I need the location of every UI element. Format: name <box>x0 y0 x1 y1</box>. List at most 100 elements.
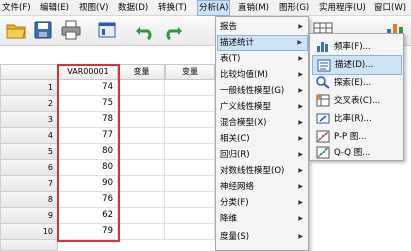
menu-item-ratio[interactable]: 比率(R)... <box>312 109 402 129</box>
menu-transform[interactable]: 转换(T) <box>157 1 188 15</box>
row-number[interactable]: 3 <box>0 112 58 128</box>
menu-item-mixed-models[interactable]: 混合模型(X) ▶ <box>217 115 308 131</box>
submenu-arrow-icon: ▶ <box>298 103 303 110</box>
qq-plot-icon <box>316 146 330 159</box>
menu-direct-marketing[interactable]: 直销(M) <box>237 1 270 15</box>
data-cell[interactable]: 80 <box>58 160 118 176</box>
menu-file[interactable]: 文件(F) <box>1 1 32 15</box>
dialog-recall-icon[interactable] <box>96 19 118 41</box>
empty-cell[interactable] <box>118 128 165 144</box>
empty-cell[interactable] <box>165 224 215 240</box>
menu-item-reports[interactable]: 报告 ▶ <box>217 19 308 35</box>
menu-item-label: 回归(R) <box>220 150 250 160</box>
menu-item-frequencies[interactable]: 频率(F)... <box>312 37 402 57</box>
row-number[interactable]: 2 <box>0 96 58 112</box>
menu-edit[interactable]: 编辑(E) <box>39 1 70 15</box>
empty-cell[interactable] <box>118 176 165 192</box>
row-number[interactable]: 4 <box>0 128 58 144</box>
row-number[interactable]: 6 <box>0 160 58 176</box>
data-cell[interactable]: 75 <box>58 96 118 112</box>
print-icon[interactable] <box>60 19 82 41</box>
empty-cell[interactable] <box>165 176 215 192</box>
empty-cell[interactable] <box>165 208 215 224</box>
descriptives-icon <box>317 59 331 72</box>
menu-item-descriptive-statistics[interactable]: 描述统计 ▶ <box>217 35 308 51</box>
undo-icon[interactable] <box>134 19 156 41</box>
menu-view[interactable]: 视图(V) <box>78 1 109 15</box>
crosstabs-icon <box>316 94 330 107</box>
frequencies-icon <box>317 42 328 52</box>
empty-cell[interactable] <box>118 208 165 224</box>
menu-item-scale[interactable]: 度量(S) ▶ <box>217 229 308 245</box>
column-header-var00001[interactable]: VAR00001 <box>58 64 118 80</box>
menu-data[interactable]: 数据(D) <box>117 1 149 15</box>
menu-item-loglinear[interactable]: 对数线性模型(O) ▶ <box>217 163 308 179</box>
submenu-arrow-icon: ▶ <box>298 55 303 62</box>
menu-utilities[interactable]: 实用程序(U) <box>318 1 367 15</box>
submenu-arrow-icon: ▶ <box>297 39 302 46</box>
menu-item-crosstabs[interactable]: 交叉表(C)... <box>312 91 402 111</box>
menu-item-qq-plot[interactable]: Q-Q 图... <box>312 143 402 163</box>
data-cell[interactable]: 74 <box>58 80 118 96</box>
row-number[interactable]: 9 <box>0 208 58 224</box>
menu-item-classify[interactable]: 分类(F) ▶ <box>217 195 308 211</box>
submenu-arrow-icon: ▶ <box>298 167 303 174</box>
row-number[interactable]: 5 <box>0 144 58 160</box>
row-number-partial <box>0 240 58 251</box>
empty-cell[interactable] <box>118 224 165 240</box>
empty-cell[interactable] <box>118 112 165 128</box>
menu-analyze[interactable]: 分析(A) <box>197 0 231 16</box>
menu-item-generalized-linear-models[interactable]: 广义线性模型 ▶ <box>217 99 308 115</box>
submenu-arrow-icon: ▶ <box>298 119 303 126</box>
menu-item-neural-networks[interactable]: 神经网络 ▶ <box>217 179 308 195</box>
empty-cell[interactable] <box>118 96 165 112</box>
menu-item-tables[interactable]: 表(T) ▶ <box>217 51 308 67</box>
data-cell[interactable]: 79 <box>58 224 118 240</box>
ratio-icon <box>316 113 330 124</box>
empty-cell[interactable] <box>118 80 165 96</box>
empty-cell[interactable] <box>165 96 215 112</box>
row-number[interactable]: 10 <box>0 224 58 240</box>
data-cell[interactable]: 80 <box>58 144 118 160</box>
menu-item-regression[interactable]: 回归(R) ▶ <box>217 147 308 163</box>
menu-graphs[interactable]: 图形(G) <box>278 1 310 15</box>
empty-cell[interactable] <box>165 112 215 128</box>
empty-cell[interactable] <box>165 160 215 176</box>
menu-item-compare-means[interactable]: 比较均值(M) ▶ <box>217 67 308 83</box>
menu-item-explore[interactable]: 探索(E)... <box>312 73 402 93</box>
empty-cell[interactable] <box>165 128 215 144</box>
column-header-variable[interactable]: 变量 <box>165 64 215 80</box>
data-cell[interactable]: 62 <box>58 208 118 224</box>
empty-cell[interactable] <box>118 192 165 208</box>
redo-icon[interactable] <box>162 19 184 41</box>
menu-item-label: 报告 <box>220 22 238 32</box>
descriptive-statistics-submenu: 频率(F)... 描述(D)... 探索(E)... 交叉表(C)... 比率(… <box>309 33 404 161</box>
row-number[interactable]: 1 <box>0 80 58 96</box>
empty-cell[interactable] <box>118 144 165 160</box>
data-cell[interactable]: 76 <box>58 192 118 208</box>
open-folder-icon[interactable] <box>5 19 27 41</box>
data-cell[interactable]: 77 <box>58 128 118 144</box>
menu-item-label: 对数线性模型(O) <box>220 166 285 176</box>
empty-cell[interactable] <box>118 160 165 176</box>
empty-cell[interactable] <box>165 80 215 96</box>
menu-item-descriptives[interactable]: 描述(D)... <box>312 55 402 75</box>
data-cell[interactable]: 78 <box>58 112 118 128</box>
menu-item-correlate[interactable]: 相关(C) ▶ <box>217 131 308 147</box>
menu-item-label: 一般线性模型(G) <box>220 86 285 96</box>
empty-cell[interactable] <box>165 144 215 160</box>
menu-item-general-linear-model[interactable]: 一般线性模型(G) ▶ <box>217 83 308 99</box>
column-header-variable[interactable]: 变量 <box>118 64 165 80</box>
analyze-menu: 报告 ▶ 描述统计 ▶ 表(T) ▶ 比较均值(M) ▶ 一般线性模型(G) ▶ 广义线性… <box>215 16 309 251</box>
data-cell[interactable]: 90 <box>58 176 118 192</box>
menu-item-dimension-reduction[interactable]: 降维 ▶ <box>217 211 308 227</box>
row-number[interactable]: 7 <box>0 176 58 192</box>
menu-item-label: 广义线性模型 <box>220 102 272 112</box>
menu-item-label: 度量(S) <box>220 232 250 242</box>
menu-window[interactable]: 窗口(W) <box>373 1 407 15</box>
save-icon[interactable] <box>32 19 54 41</box>
empty-cell[interactable] <box>165 192 215 208</box>
submenu-arrow-icon: ▶ <box>298 87 303 94</box>
row-number[interactable]: 8 <box>0 192 58 208</box>
menu-item-label: 描述(D)... <box>335 60 374 70</box>
